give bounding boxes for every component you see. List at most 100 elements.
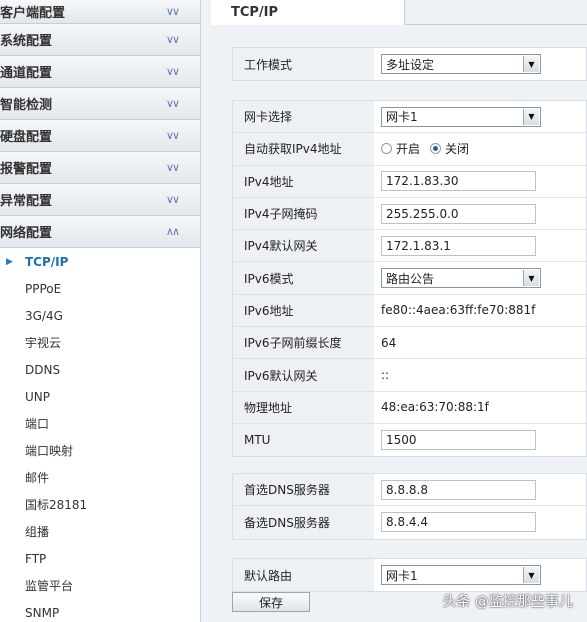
auto-ipv4-on-option[interactable]: 开启 — [381, 140, 420, 157]
dns2-input[interactable]: 8.8.4.4 — [381, 512, 536, 533]
sidebar-item-label: 国标28181 — [25, 498, 88, 512]
sidebar-item-ftp[interactable]: FTP — [0, 545, 200, 572]
form-row: IPv6模式 路由公告 ▼ — [233, 262, 586, 295]
mac-value: 48:ea:63:70:88:1f — [381, 400, 489, 415]
form-row: IPv6子网前缀长度 64 — [233, 327, 586, 360]
dropdown-arrow-icon: ▼ — [523, 567, 539, 584]
sidebar-category-alarm[interactable]: 报警配置 ∨∨ — [0, 152, 200, 184]
dns-group: 首选DNS服务器 8.8.8.8 备选DNS服务器 8.8.4.4 — [232, 473, 587, 540]
sidebar-item-label: 3G/4G — [25, 308, 63, 323]
sidebar-item-gb28181[interactable]: 国标28181 — [0, 491, 200, 518]
chevron-down-icon: ∨∨ — [165, 33, 180, 46]
work-mode-value: 多址设定 — [386, 57, 435, 72]
chevron-down-icon: ∨∨ — [165, 65, 180, 78]
chevron-down-icon: ∨∨ — [165, 5, 180, 18]
ipv6-prefix-label: IPv6子网前缀长度 — [233, 327, 374, 359]
radio-label: 开启 — [396, 142, 421, 157]
sidebar-item-unp[interactable]: UNP — [0, 383, 200, 410]
dns1-input[interactable]: 8.8.8.8 — [381, 479, 536, 500]
sidebar-item-port[interactable]: 端口 — [0, 410, 200, 437]
sidebar-item-label: SNMP — [25, 605, 60, 620]
default-route-label: 默认路由 — [233, 559, 374, 592]
ipv4-address-input[interactable]: 172.1.83.30 — [381, 171, 536, 192]
ipv6-gateway-label: IPv6默认网关 — [233, 359, 374, 391]
sidebar-item-label: PPPoE — [25, 281, 62, 296]
save-button[interactable]: 保存 — [232, 592, 310, 612]
form-row: MTU 1500 — [233, 423, 586, 457]
sidebar-item-label: 监管平台 — [25, 579, 74, 593]
sidebar-item-cloud[interactable]: 宇视云 — [0, 329, 200, 356]
radio-icon — [381, 143, 392, 155]
ipv4-gateway-label: IPv4默认网关 — [233, 230, 374, 262]
sidebar-item-email[interactable]: 邮件 — [0, 464, 200, 491]
form-row: IPv4子网掩码 255.255.0.0 — [233, 197, 586, 231]
form-row: 物理地址 48:ea:63:70:88:1f — [233, 391, 586, 424]
ipv4-mask-input[interactable]: 255.255.0.0 — [381, 203, 536, 224]
main-panel: TCP/IP 工作模式 多址设定 ▼ 网卡选择 网卡1 ▼ 自动获取IPv4地址 开… — [201, 0, 587, 622]
chevron-up-icon: ∧∧ — [165, 225, 180, 238]
sidebar-item-label: DDNS — [25, 362, 61, 377]
sidebar-item-label: 组播 — [25, 525, 50, 539]
ipv6-mode-select[interactable]: 路由公告 ▼ — [381, 268, 541, 289]
sidebar-category-smart-detection[interactable]: 智能检测 ∨∨ — [0, 88, 200, 120]
route-group: 默认路由 网卡1 ▼ — [232, 558, 587, 593]
ipv6-address-value: fe80::4aea:63ff:fe70:881f — [381, 303, 536, 318]
chevron-down-icon: ∨∨ — [165, 161, 180, 174]
ipv4-gateway-input[interactable]: 172.1.83.1 — [381, 235, 536, 256]
sidebar-item-tcpip[interactable]: ▶ TCP/IP — [0, 248, 200, 275]
auto-ipv4-off-option[interactable]: 关闭 — [430, 140, 469, 157]
form-row: 自动获取IPv4地址 开启 关闭 — [233, 133, 586, 166]
mtu-input[interactable]: 1500 — [381, 430, 536, 451]
ip-config-group: 网卡选择 网卡1 ▼ 自动获取IPv4地址 开启 关闭 IPv4地址 172.1.… — [232, 100, 587, 458]
ipv4-address-label: IPv4地址 — [233, 165, 374, 197]
sidebar-category-network[interactable]: 网络配置 ∧∧ — [0, 216, 200, 248]
sidebar-category-channel[interactable]: 通道配置 ∨∨ — [0, 56, 200, 88]
sidebar-item-label: FTP — [25, 551, 47, 566]
tab-tcpip[interactable]: TCP/IP — [211, 0, 405, 25]
chevron-down-icon: ∨∨ — [165, 129, 180, 142]
form-row: IPv4默认网关 172.1.83.1 — [233, 230, 586, 263]
sidebar-item-label: 端口 — [25, 417, 50, 431]
sidebar-category-label: 系统配置 — [0, 34, 53, 49]
radio-selected-icon — [430, 143, 442, 155]
sidebar-category-client[interactable]: 客户端配置 ∨∨ — [0, 0, 200, 24]
ipv6-address-label: IPv6地址 — [233, 294, 374, 327]
sidebar-category-label: 网络配置 — [0, 226, 53, 241]
chevron-down-icon: ∨∨ — [165, 97, 180, 110]
sidebar-category-disk[interactable]: 硬盘配置 ∨∨ — [0, 120, 200, 152]
sidebar-item-multicast[interactable]: 组播 — [0, 518, 200, 545]
sidebar-item-pppoe[interactable]: PPPoE — [0, 275, 200, 302]
sidebar-item-ddns[interactable]: DDNS — [0, 356, 200, 383]
nic-value: 网卡1 — [386, 110, 418, 125]
form-row: IPv6默认网关 :: — [233, 359, 586, 392]
mtu-label: MTU — [233, 423, 374, 457]
sidebar-category-label: 异常配置 — [0, 194, 53, 209]
sidebar-category-label: 智能检测 — [0, 98, 53, 113]
default-route-value: 网卡1 — [386, 568, 418, 583]
form-row: 首选DNS服务器 8.8.8.8 — [233, 474, 586, 507]
default-route-select[interactable]: 网卡1 ▼ — [381, 565, 541, 586]
dropdown-arrow-icon: ▼ — [523, 56, 539, 73]
sidebar: 客户端配置 ∨∨ 系统配置 ∨∨ 通道配置 ∨∨ 智能检测 ∨∨ 硬盘配置 ∨∨ 报警配置… — [0, 0, 201, 622]
sidebar-item-platform[interactable]: 监管平台 — [0, 572, 200, 599]
work-mode-select[interactable]: 多址设定 ▼ — [381, 54, 541, 75]
form-row: IPv4地址 172.1.83.30 — [233, 165, 586, 198]
mac-label: 物理地址 — [233, 391, 374, 423]
sidebar-category-exception[interactable]: 异常配置 ∨∨ — [0, 184, 200, 216]
sidebar-item-3g4g[interactable]: 3G/4G — [0, 302, 200, 329]
nic-select[interactable]: 网卡1 ▼ — [381, 106, 541, 127]
work-mode-label: 工作模式 — [233, 48, 374, 81]
dropdown-arrow-icon: ▼ — [523, 108, 539, 125]
sidebar-item-snmp[interactable]: SNMP — [0, 599, 200, 622]
sidebar-item-label: 邮件 — [25, 471, 50, 485]
ipv6-gateway-value: :: — [381, 368, 390, 383]
sidebar-item-port-mapping[interactable]: 端口映射 — [0, 437, 200, 464]
watermark: 头条 @监控那些事儿 — [442, 594, 573, 610]
dns2-label: 备选DNS服务器 — [233, 506, 374, 539]
chevron-down-icon: ∨∨ — [165, 193, 180, 206]
form-row: 工作模式 多址设定 ▼ — [233, 48, 586, 81]
auto-ipv4-label: 自动获取IPv4地址 — [233, 133, 374, 165]
sidebar-item-label: UNP — [25, 389, 50, 404]
sidebar-category-system[interactable]: 系统配置 ∨∨ — [0, 24, 200, 56]
sidebar-category-label: 报警配置 — [0, 162, 53, 177]
